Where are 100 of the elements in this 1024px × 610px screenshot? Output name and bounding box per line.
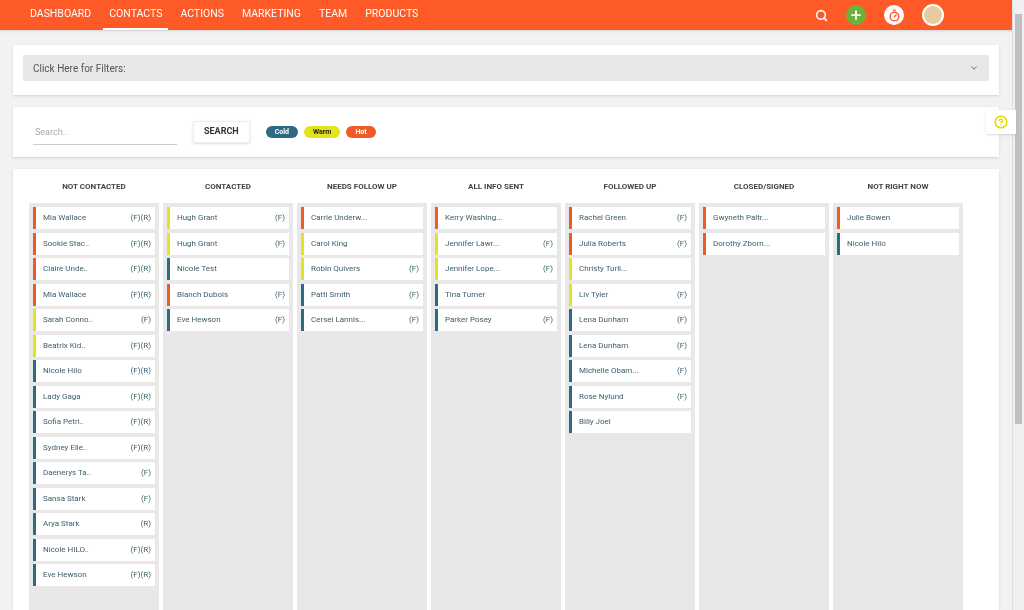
contact-name: Claire Unde..: [43, 263, 88, 275]
contact-flags: (F): [677, 339, 687, 352]
contact-flags: (F): [677, 314, 687, 326]
contact-name: Sofia Petri..: [43, 416, 84, 428]
contact-name: Carrie Underw...: [311, 212, 368, 224]
contact-card[interactable]: Tina Turner: [435, 283, 557, 306]
contact-name: Lena Dunham: [579, 314, 629, 326]
contact-name: Lady Gaga: [43, 390, 81, 403]
contact-card[interactable]: Claire Unde.. (F)(R): [33, 258, 155, 280]
contact-flags: (F): [409, 263, 419, 275]
contact-flags: (F): [141, 467, 151, 479]
contact-card[interactable]: Dorothy Zborn...: [703, 232, 825, 255]
contact-card[interactable]: Sansa Stark (F): [33, 487, 155, 510]
contact-flags: (F): [141, 492, 151, 505]
contact-card[interactable]: Lena Dunham (F): [569, 309, 691, 331]
contact-name: Jennifer Lawr...: [445, 237, 500, 250]
contact-card[interactable]: Carrie Underw...: [301, 207, 423, 229]
contact-flags: (F)(R): [130, 288, 151, 301]
contact-flags: (F)(R): [130, 543, 151, 556]
contact-card[interactable]: Julia Roberts (F): [569, 232, 691, 255]
contact-card[interactable]: Sofia Petri.. (F)(R): [33, 411, 155, 433]
contact-card[interactable]: Arya Stark (R): [33, 513, 155, 535]
contact-card[interactable]: Parker Posey (F): [435, 309, 557, 331]
contact-card[interactable]: Sarah Conno.. (F): [33, 309, 155, 331]
contact-card[interactable]: Jennifer Lope... (F): [435, 258, 557, 280]
contact-flags: (F)(R): [130, 569, 151, 581]
contact-name: Sydney Elle..: [43, 441, 88, 454]
contact-flags: (F): [275, 288, 285, 301]
contact-flags: (F): [275, 237, 285, 250]
contact-flags: (F): [275, 212, 285, 224]
contact-card[interactable]: Cersei Lannis... (F): [301, 309, 423, 331]
column-title: NOT RIGHT NOW: [866, 181, 930, 193]
scrollbar[interactable]: [1012, 0, 1024, 610]
contact-name: Patti Smith: [311, 288, 351, 301]
contact-name: Blanch Dubois: [177, 288, 229, 301]
contact-card[interactable]: Kerry Washing...: [435, 207, 557, 229]
contact-card[interactable]: Nicole HILO.. (F)(R): [33, 538, 155, 561]
contact-card[interactable]: Julie Bowen: [837, 207, 959, 229]
contact-flags: (F): [677, 237, 687, 250]
search-button[interactable]: SEARCH: [193, 121, 250, 143]
contact-name: Beatrix Kid..: [43, 339, 86, 352]
contact-name: Sansa Stark: [43, 492, 86, 505]
contact-name: Michelle Obam...: [579, 365, 639, 377]
contact-name: Julie Bowen: [847, 212, 891, 224]
contact-card[interactable]: Michelle Obam... (F): [569, 360, 691, 382]
contact-card[interactable]: Lena Dunham (F): [569, 334, 691, 357]
contact-flags: (F): [409, 314, 419, 326]
contact-card[interactable]: Christy Turli...: [569, 258, 691, 280]
contact-card[interactable]: Sydney Elle.. (F)(R): [33, 436, 155, 459]
contact-card[interactable]: Sookie Stac.. (F)(R): [33, 232, 155, 255]
contact-name: Robin Quivers: [311, 263, 361, 275]
timer-button[interactable]: [884, 5, 904, 25]
filter-toggle[interactable]: Click Here for Filters:: [23, 55, 989, 81]
contact-card[interactable]: Lady Gaga (F)(R): [33, 385, 155, 408]
avatar[interactable]: [922, 4, 944, 26]
contact-card[interactable]: Nicole Test: [167, 258, 289, 280]
contact-card[interactable]: Rachel Green (F): [569, 207, 691, 229]
contact-card[interactable]: Nicole Hilo (F)(R): [33, 360, 155, 382]
contact-card[interactable]: Hugh Grant (F): [167, 232, 289, 255]
contact-card[interactable]: Robin Quivers (F): [301, 258, 423, 280]
contact-name: Carol King: [311, 237, 348, 250]
contact-card[interactable]: Eve Hewson (F): [167, 309, 289, 331]
contact-card[interactable]: Rose Nylund (F): [569, 385, 691, 408]
scrollbar-thumb[interactable]: [1015, 14, 1022, 424]
contact-card[interactable]: Jennifer Lawr... (F): [435, 232, 557, 255]
search-icon[interactable]: [815, 8, 828, 22]
contact-card[interactable]: Liv Tyler (F): [569, 283, 691, 306]
column-title: CONTACTED: [204, 181, 252, 193]
contact-flags: (F)(R): [130, 263, 151, 275]
contact-card[interactable]: Nicole Hilo: [837, 232, 959, 255]
contact-card[interactable]: Gwyneth Paltr...: [703, 207, 825, 229]
contact-card[interactable]: Daenerys Ta.. (F): [33, 462, 155, 484]
contact-flags: (F)(R): [130, 390, 151, 403]
contact-card[interactable]: Mia Wallace (F)(R): [33, 207, 155, 229]
contact-flags: (F): [543, 263, 553, 275]
contact-flags: (F)(R): [130, 237, 151, 250]
column-title: NEEDS FOLLOW UP: [326, 181, 398, 193]
search-field[interactable]: Search..: [33, 119, 177, 145]
contact-name: Julia Roberts: [579, 237, 626, 250]
column-title: FOLLOWED UP: [602, 181, 658, 193]
contact-name: Mia Wallace: [43, 212, 87, 224]
contact-card[interactable]: Billy Joel: [569, 411, 691, 433]
contact-flags: (F): [275, 314, 285, 326]
contact-name: Nicole Hilo: [847, 237, 886, 250]
contact-card[interactable]: Mia Wallace (F)(R): [33, 283, 155, 306]
contact-flags: (F)(R): [130, 212, 151, 224]
contact-flags: (R): [140, 518, 151, 530]
contact-card[interactable]: Beatrix Kid.. (F)(R): [33, 334, 155, 357]
column-title: ALL INFO SENT: [467, 181, 525, 193]
contact-name: Mia Wallace: [43, 288, 87, 301]
contact-card[interactable]: Hugh Grant (F): [167, 207, 289, 229]
column-title: CLOSED/SIGNED: [732, 181, 796, 193]
contact-name: Cersei Lannis...: [311, 314, 366, 326]
contact-card[interactable]: Blanch Dubois (F): [167, 283, 289, 306]
add-button[interactable]: [846, 5, 866, 25]
contact-card[interactable]: Carol King: [301, 232, 423, 255]
contact-name: Nicole Test: [177, 263, 217, 275]
contact-name: Tina Turner: [445, 288, 486, 301]
contact-card[interactable]: Patti Smith (F): [301, 283, 423, 306]
contact-card[interactable]: Eve Hewson (F)(R): [33, 564, 155, 586]
